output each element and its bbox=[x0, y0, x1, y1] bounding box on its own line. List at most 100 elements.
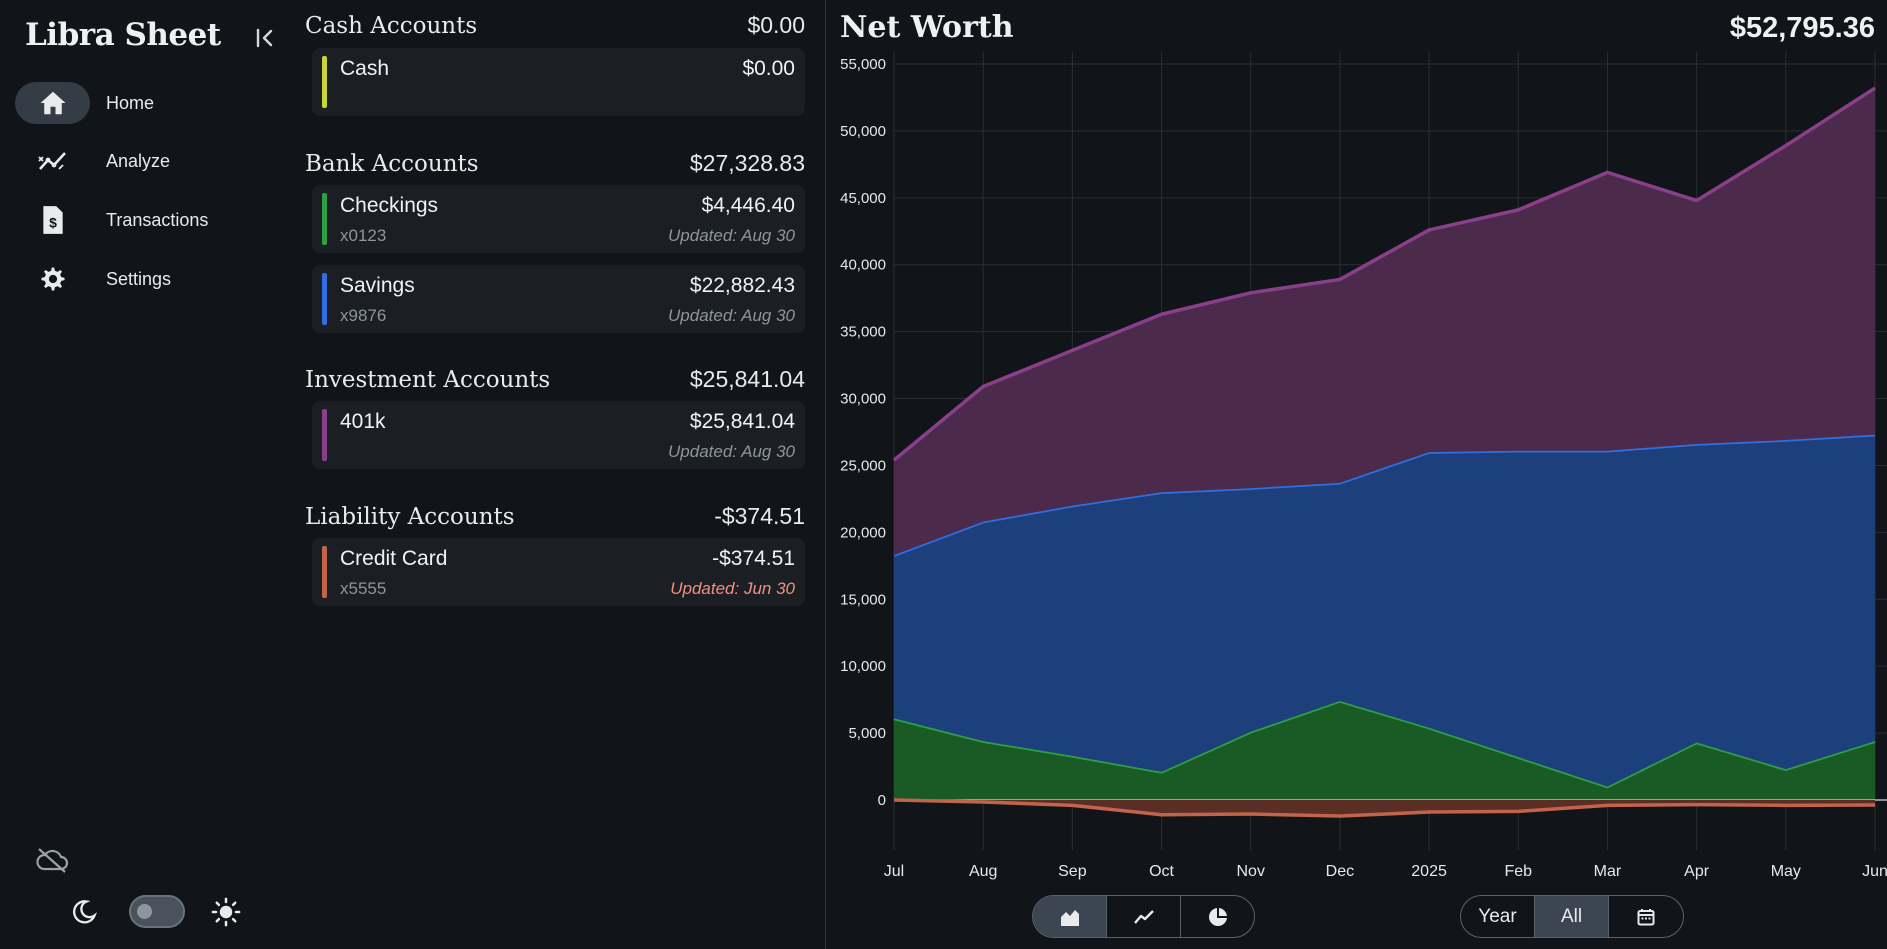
x-tick-label: Mar bbox=[1594, 863, 1622, 880]
account-card-savings[interactable]: Savings $22,882.43 x9876 Updated: Aug 30 bbox=[312, 265, 805, 333]
app-window: Libra Sheet Home Analyze $ Transactions bbox=[0, 0, 1887, 949]
account-card-401k[interactable]: 401k $25,841.04 Updated: Aug 30 bbox=[312, 401, 805, 469]
account-updated: Updated: Aug 30 bbox=[668, 226, 795, 245]
account-updated: Updated: Aug 30 bbox=[668, 442, 795, 461]
y-tick-label: 25,000 bbox=[840, 457, 886, 474]
x-tick-label: Sep bbox=[1058, 863, 1087, 880]
app-title: Libra Sheet bbox=[25, 17, 221, 53]
account-name: Credit Card bbox=[340, 547, 448, 570]
investment-accounts-header: Investment Accounts $25,841.04 bbox=[305, 366, 805, 393]
accounts-panel: Cash Accounts $0.00 Cash $0.00 Bank Acco… bbox=[305, 0, 805, 949]
account-balance: $0.00 bbox=[742, 57, 795, 80]
account-balance: $4,446.40 bbox=[701, 194, 795, 217]
group-title: Liability Accounts bbox=[305, 504, 515, 530]
account-color-bar bbox=[322, 273, 327, 325]
nav-item-transactions[interactable]: $ Transactions bbox=[15, 199, 275, 241]
account-card-checkings[interactable]: Checkings $4,446.40 x0123 Updated: Aug 3… bbox=[312, 185, 805, 253]
account-color-bar bbox=[322, 546, 327, 598]
pie-chart-icon bbox=[1208, 907, 1227, 926]
range-all-button[interactable]: All bbox=[1535, 896, 1609, 937]
theme-switcher bbox=[70, 895, 241, 928]
line-chart-icon bbox=[1133, 909, 1154, 924]
group-total: -$374.51 bbox=[714, 503, 805, 529]
gear-icon bbox=[40, 267, 65, 291]
x-tick-label: Aug bbox=[969, 863, 997, 880]
group-title: Cash Accounts bbox=[305, 13, 478, 39]
y-tick-label: 55,000 bbox=[840, 56, 886, 73]
account-balance: -$374.51 bbox=[712, 547, 795, 570]
sun-icon bbox=[211, 897, 241, 926]
cloud-off-icon[interactable] bbox=[35, 847, 69, 878]
collapse-left-icon bbox=[256, 28, 273, 48]
analyze-icon bbox=[37, 152, 66, 170]
moon-icon bbox=[72, 899, 97, 924]
account-color-bar bbox=[322, 409, 327, 461]
y-tick-label: 10,000 bbox=[840, 658, 886, 675]
account-color-bar bbox=[322, 56, 327, 108]
y-tick-label: 20,000 bbox=[840, 524, 886, 541]
receipt-icon: $ bbox=[42, 206, 63, 234]
account-card-credit[interactable]: Credit Card -$374.51 x5555 Updated: Jun … bbox=[312, 538, 805, 606]
nav-label-transactions: Transactions bbox=[106, 209, 209, 230]
x-tick-label: Jul bbox=[884, 863, 904, 880]
net-worth-title: Net Worth bbox=[840, 10, 1014, 45]
x-tick-label: May bbox=[1771, 863, 1801, 880]
net-worth-chart: 0 5,000 10,000 15,000 20,000 25,000 30,000 35,0… bbox=[840, 52, 1887, 880]
group-total: $0.00 bbox=[747, 12, 805, 38]
account-updated: Updated: Aug 30 bbox=[668, 306, 795, 325]
net-worth-panel: 0 5,000 10,000 15,000 20,000 25,000 30,000 35,0… bbox=[826, 0, 1887, 949]
x-tick-label: Apr bbox=[1684, 863, 1710, 880]
bank-accounts-header: Bank Accounts $27,328.83 bbox=[305, 150, 805, 177]
nav-item-analyze[interactable]: Analyze bbox=[15, 140, 275, 182]
nav-label-home: Home bbox=[106, 92, 155, 113]
cash-accounts-header: Cash Accounts $0.00 bbox=[305, 12, 805, 39]
pie-chart-button[interactable] bbox=[1181, 896, 1254, 937]
stacked-area-icon bbox=[1060, 909, 1079, 926]
toggle-knob bbox=[137, 904, 152, 919]
liability-accounts-header: Liability Accounts -$374.51 bbox=[305, 503, 805, 530]
account-updated: Updated: Jun 30 bbox=[670, 579, 795, 598]
sidebar: Libra Sheet Home Analyze $ Transactions bbox=[0, 0, 290, 949]
account-number: x9876 bbox=[340, 306, 387, 325]
group-title: Investment Accounts bbox=[305, 367, 551, 393]
group-total: $25,841.04 bbox=[689, 366, 805, 392]
x-tick-label: 2025 bbox=[1411, 863, 1447, 880]
x-tick-label: Feb bbox=[1504, 863, 1532, 880]
collapse-sidebar-button[interactable] bbox=[251, 24, 279, 52]
y-tick-label: 0 bbox=[878, 792, 886, 809]
account-name: Checkings bbox=[340, 194, 439, 217]
account-card-cash[interactable]: Cash $0.00 bbox=[312, 48, 805, 116]
y-tick-label: 5,000 bbox=[848, 725, 886, 742]
x-tick-label: Nov bbox=[1237, 863, 1265, 880]
chart-type-selector bbox=[1032, 895, 1255, 938]
svg-text:$: $ bbox=[49, 215, 57, 231]
account-balance: $25,841.04 bbox=[689, 410, 795, 433]
nav-label-analyze: Analyze bbox=[106, 150, 171, 171]
x-tick-label: Dec bbox=[1326, 863, 1354, 880]
theme-toggle[interactable] bbox=[129, 895, 185, 928]
line-chart-button[interactable] bbox=[1107, 896, 1181, 937]
group-title: Bank Accounts bbox=[305, 151, 479, 177]
stacked-area-button[interactable] bbox=[1033, 896, 1107, 937]
y-tick-label: 45,000 bbox=[840, 190, 886, 207]
y-tick-label: 30,000 bbox=[840, 391, 886, 408]
y-tick-label: 35,000 bbox=[840, 324, 886, 341]
home-icon bbox=[40, 91, 65, 115]
net-worth-value: $52,795.36 bbox=[1729, 12, 1875, 44]
calendar-icon bbox=[1637, 908, 1655, 925]
nav-item-home[interactable]: Home bbox=[15, 82, 275, 124]
y-tick-label: 15,000 bbox=[840, 591, 886, 608]
custom-range-button[interactable] bbox=[1609, 896, 1683, 937]
group-total: $27,328.83 bbox=[689, 150, 805, 176]
account-name: Cash bbox=[340, 57, 390, 80]
account-number: x0123 bbox=[340, 226, 387, 245]
range-selector: Year All bbox=[1460, 895, 1684, 938]
x-tick-label: Jun bbox=[1862, 863, 1887, 880]
nav-item-settings[interactable]: Settings bbox=[15, 258, 275, 300]
account-balance: $22,882.43 bbox=[689, 274, 795, 297]
y-tick-label: 50,000 bbox=[840, 123, 886, 140]
range-year-button[interactable]: Year bbox=[1461, 896, 1535, 937]
account-number: x5555 bbox=[340, 579, 387, 598]
y-tick-label: 40,000 bbox=[840, 257, 886, 274]
account-color-bar bbox=[322, 193, 327, 245]
